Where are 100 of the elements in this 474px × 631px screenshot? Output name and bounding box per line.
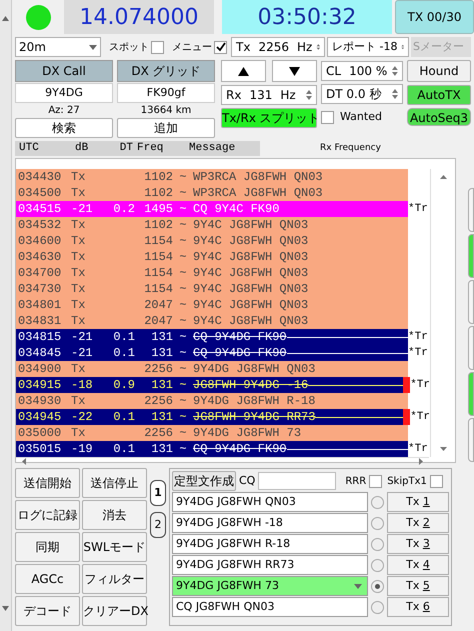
message-row[interactable]: 034600 Tx 1154 ~ 9Y4C JG8FWH QN03 — [16, 233, 408, 249]
separator-text: ~ — [179, 249, 187, 266]
message-text: CQ 9Y4DG FK90 — [193, 441, 287, 458]
report-spinner[interactable]: レポート -18 — [327, 37, 409, 57]
message-field[interactable]: 9Y4DG JG8FWH QN03 — [172, 492, 368, 512]
skip-tx1-label: SkipTx1 — [387, 474, 427, 488]
tx-button[interactable]: Tx 2 — [387, 513, 449, 533]
tx-frequency-spinner[interactable]: Tx 2256 Hz — [231, 37, 325, 57]
message-row[interactable]: 034500 Tx 1102 ~ WP3RCA JG8FWH QN03 — [16, 185, 408, 201]
radio-button[interactable] — [371, 538, 384, 550]
message-row[interactable]: 034532 Tx 1102 ~ 9Y4C JG8FWH QN03 — [16, 217, 408, 233]
message-field[interactable]: 9Y4DG JG8FWH RR73 — [172, 555, 368, 575]
side-button[interactable] — [468, 280, 474, 324]
control-button[interactable]: 送信開始 — [15, 468, 80, 498]
control-button[interactable]: AGCc — [15, 564, 80, 594]
control-button[interactable]: SWLモード — [82, 532, 147, 562]
separator-text: ~ — [179, 265, 187, 282]
tx-button[interactable]: Tx 1 — [387, 492, 449, 512]
band-dropdown[interactable]: 20m — [15, 37, 101, 57]
message-row[interactable]: 034845 -21 0.1 131 ~ CQ 9Y4DG FK90 — [16, 345, 408, 361]
message-row[interactable]: 034945 -22 0.1 131 ~ JG8FWH 9Y4DG RR73 — [16, 409, 404, 425]
db-cell-text: Tx — [71, 233, 86, 250]
freq-cell-text: 2256 — [144, 425, 173, 442]
up-arrow-button[interactable] — [221, 60, 266, 82]
checkbox[interactable] — [321, 110, 334, 124]
checkbox[interactable] — [214, 40, 227, 54]
checkbox[interactable] — [369, 474, 382, 488]
dx-call-field[interactable]: 9Y4DG — [15, 83, 113, 103]
radio-button[interactable] — [371, 558, 384, 572]
tx-button[interactable]: Tx 4 — [387, 555, 449, 575]
control-button[interactable]: 消去 — [82, 500, 147, 530]
horizontal-scrollbar[interactable] — [16, 457, 429, 465]
control-button[interactable]: デコード — [15, 596, 80, 626]
message-row[interactable]: 034930 Tx 2256 ~ 9Y4DG JG8FWH R-18 — [16, 393, 408, 409]
dt-cell-text: 0.1 — [113, 329, 135, 346]
message-row[interactable]: 034900 Tx 2256 ~ 9Y4DG JG8FWH QN03 — [16, 361, 408, 377]
message-row[interactable]: 034630 Tx 1154 ~ 9Y4C JG8FWH QN03 — [16, 249, 408, 265]
radio-button[interactable] — [371, 580, 384, 592]
separator-text: ~ — [179, 217, 187, 234]
scrollbar[interactable] — [0, 0, 12, 631]
utc-cell-text: 034500 — [17, 185, 62, 202]
message-field[interactable]: CQ JG8FWH QN03 — [172, 597, 368, 617]
message-dropdown[interactable]: 9Y4DG JG8FWH 73 — [172, 576, 368, 596]
dt-spinner[interactable]: DT 0.0 秒 — [321, 84, 403, 104]
down-arrow-button[interactable] — [272, 60, 317, 82]
message-row[interactable]: 035000 Tx 2256 ~ 9Y4DG JG8FWH 73 — [16, 425, 408, 441]
checkbox[interactable] — [430, 474, 443, 488]
tx-button[interactable]: Tx 3 — [387, 534, 449, 554]
message-row[interactable]: 035015 -19 0.1 131 ~ CQ 9Y4DG FK90 — [16, 441, 408, 457]
auto-seq-button[interactable]: AutoSeq3 — [407, 108, 471, 126]
dx-grid-field[interactable]: FK90gf — [117, 83, 215, 103]
column-header: Message — [188, 141, 236, 156]
control-button[interactable]: 同期 — [15, 532, 80, 562]
side-button[interactable] — [468, 234, 474, 278]
message-text: 9Y4C JG8FWH QN03 — [193, 233, 308, 250]
lookup-button[interactable]: 検索 — [15, 118, 113, 138]
tx-button[interactable]: Tx 6 — [387, 597, 449, 617]
radio-button[interactable] — [371, 600, 384, 614]
hound-button[interactable]: Hound — [407, 60, 471, 82]
cl-spinner[interactable]: CL 100 % — [321, 61, 403, 81]
message-row[interactable]: 034815 -21 0.1 131 ~ CQ 9Y4DG FK90 — [16, 329, 408, 345]
checkbox[interactable] — [151, 40, 164, 54]
message-row[interactable]: 034831 Tx 2047 ~ 9Y4C JG8FWH QN03 — [16, 313, 408, 329]
separator-text: ~ — [179, 233, 187, 250]
cq-field[interactable] — [258, 472, 336, 490]
utc-cell-text: 034600 — [17, 233, 62, 250]
message-row[interactable]: 034700 Tx 1154 ~ 9Y4C JG8FWH QN03 — [16, 265, 408, 281]
tab[interactable]: 2 — [150, 512, 166, 538]
control-button[interactable]: 送信停止 — [82, 468, 147, 498]
control-button[interactable]: ログに記録 — [15, 500, 80, 530]
utc-cell-text: 034915 — [17, 377, 62, 394]
rx-frequency-spinner[interactable]: Rx 131 Hz — [221, 85, 317, 105]
add-button[interactable]: 追加 — [117, 118, 215, 138]
side-button[interactable] — [468, 418, 474, 462]
control-button[interactable]: クリアーDX — [82, 596, 147, 626]
message-row[interactable]: 034915 -18 0.9 131 ~ JG8FWH 9Y4DG -16 — [16, 377, 404, 393]
message-field[interactable]: 9Y4DG JG8FWH R-18 — [172, 534, 368, 554]
control-button[interactable]: フィルター — [82, 564, 147, 594]
generate-messages-button[interactable]: 定型文作成 — [172, 471, 236, 491]
side-button[interactable] — [468, 372, 474, 416]
utc-cell-text: 034831 — [17, 313, 62, 330]
message-text: WP3RCA JG8FWH QN03 — [193, 185, 323, 202]
side-button[interactable] — [468, 188, 474, 232]
message-text: CQ 9Y4DG FK90 — [193, 345, 287, 362]
radio-button[interactable] — [371, 516, 384, 530]
tx-button[interactable]: Tx 5 — [387, 576, 449, 596]
message-text: 9Y4C JG8FWH QN03 — [193, 297, 308, 314]
message-row[interactable]: 034430 Tx 1102 ~ WP3RCA JG8FWH QN03 — [16, 169, 408, 185]
freq-cell-text: 1102 — [144, 169, 173, 186]
side-button[interactable] — [468, 326, 474, 370]
auto-tx-button[interactable]: AutoTX — [407, 85, 471, 105]
separator-text: ~ — [179, 329, 187, 346]
dx-call-label: DX Call — [15, 60, 113, 82]
message-row[interactable]: 034730 Tx 1154 ~ 9Y4C JG8FWH QN03 — [16, 281, 408, 297]
message-row[interactable]: 034801 Tx 2047 ~ 9Y4C JG8FWH QN03 — [16, 297, 408, 313]
message-field[interactable]: 9Y4DG JG8FWH -18 — [172, 513, 368, 533]
radio-button[interactable] — [371, 496, 384, 508]
db-cell-text: Tx — [71, 217, 86, 234]
tab[interactable]: 1 — [150, 480, 166, 506]
separator-text: ~ — [179, 201, 187, 218]
